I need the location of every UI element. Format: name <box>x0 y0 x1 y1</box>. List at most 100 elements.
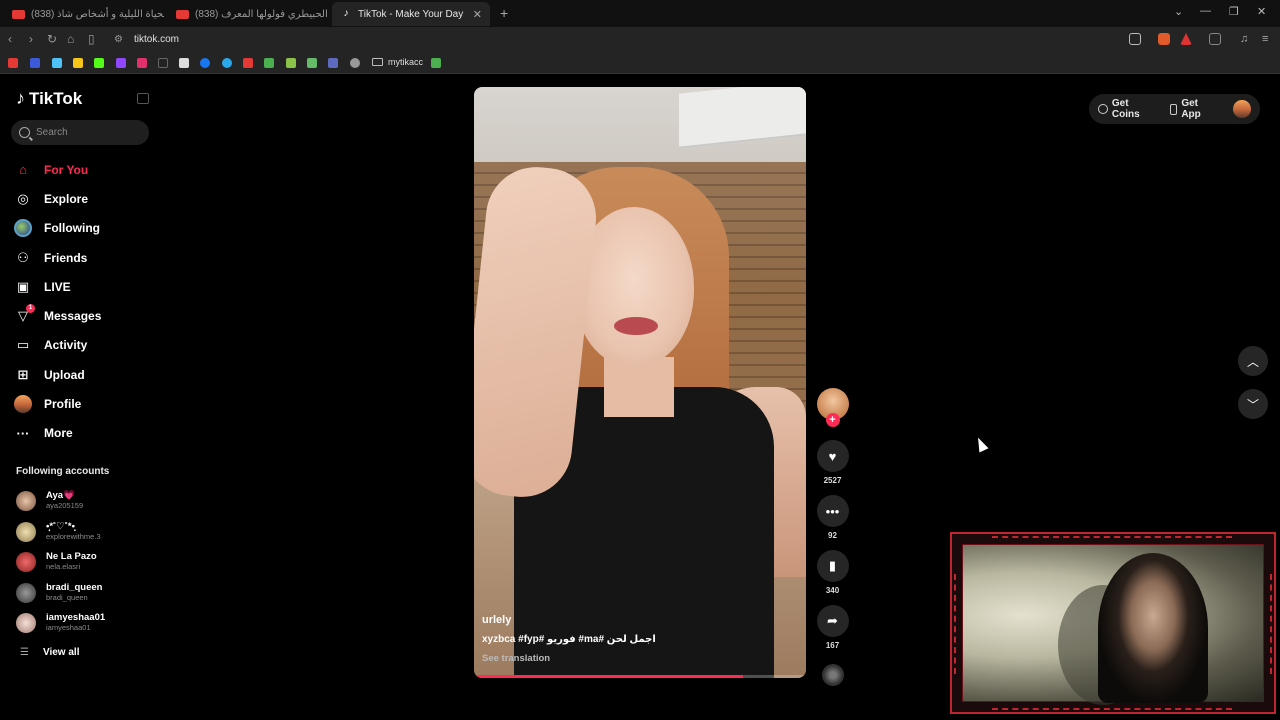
forward-icon[interactable]: › <box>29 32 33 46</box>
restore-icon[interactable]: ❐ <box>1229 5 1239 18</box>
messages-badge: 1 <box>26 304 35 314</box>
tab-title: (838) أسرار الحياة الليلية و أشخاص شاذ <box>31 8 164 20</box>
list-item[interactable]: iamyeshaa01 iamyeshaa01 <box>16 608 146 639</box>
kick-icon[interactable] <box>94 58 104 68</box>
sidebar-item-more[interactable]: ··· More <box>14 419 154 448</box>
bookmark-icon[interactable] <box>328 58 338 68</box>
view-all-button[interactable]: ☰ View all <box>20 647 79 658</box>
back-icon[interactable]: ‹ <box>8 32 12 46</box>
video-caption: urlely اجمل لحن #ma# فوريو #xyzbca #fyp … <box>482 614 782 664</box>
like-count: 2527 <box>823 476 842 485</box>
menu-icon[interactable]: ≡ <box>1262 33 1274 45</box>
bookmark-icon[interactable] <box>73 58 83 68</box>
bookmark-icon[interactable] <box>52 58 62 68</box>
video-player[interactable]: urlely اجمل لحن #ma# فوريو #xyzbca #fyp … <box>474 87 806 678</box>
telegram-icon[interactable] <box>222 58 232 68</box>
sidebar-item-following[interactable]: Following <box>14 214 154 243</box>
tab-search-icon[interactable]: ⌄ <box>1174 5 1183 18</box>
avatar <box>16 552 36 573</box>
chevron-up-icon: ︿ <box>1246 354 1259 369</box>
brave-shield-icon[interactable] <box>1158 33 1170 45</box>
creator-avatar[interactable]: + <box>816 388 849 427</box>
account-handle: nela.elasri <box>46 562 81 572</box>
bookmark-icon[interactable] <box>264 58 274 68</box>
list-item[interactable]: Ne La Pazo nela.elasri <box>16 547 146 578</box>
x-icon[interactable] <box>179 58 189 68</box>
close-tab-icon[interactable]: ✕ <box>473 8 482 21</box>
collapse-sidebar-icon[interactable] <box>137 93 149 104</box>
bookmark-icon[interactable]: ▯ <box>88 32 95 46</box>
next-video-button[interactable]: ﹀ <box>1238 389 1268 419</box>
signal-icon[interactable] <box>431 58 441 68</box>
new-tab-button[interactable]: + <box>500 5 508 21</box>
sidebar-item-live[interactable]: ▣ LIVE <box>14 272 154 301</box>
sidebar-item-profile[interactable]: Profile <box>14 389 154 418</box>
get-coins-button[interactable]: Get Coins <box>1098 98 1158 120</box>
video-progress-bar[interactable] <box>474 675 806 678</box>
following-accounts-title: Following accounts <box>16 466 110 477</box>
user-avatar[interactable] <box>1233 100 1251 118</box>
list-item[interactable]: bradi_queen bradi_queen <box>16 578 146 609</box>
reload-icon[interactable]: ↻ <box>47 32 57 46</box>
instagram-icon[interactable] <box>137 58 147 68</box>
account-name: bradi_queen <box>46 581 103 593</box>
url-field[interactable]: tiktok.com <box>134 34 179 45</box>
sidebar-item-friends[interactable]: ⚇ Friends <box>14 243 154 272</box>
twitch-icon[interactable] <box>116 58 126 68</box>
music-disc-icon[interactable] <box>821 664 844 686</box>
avatar <box>16 582 36 603</box>
browser-tab-3[interactable]: ♪ TikTok - Make Your Day ✕ <box>332 2 490 26</box>
avatar <box>16 613 36 634</box>
sidebar-item-label: More <box>44 426 73 441</box>
bookmark-icon[interactable] <box>286 58 296 68</box>
cast-icon[interactable] <box>1129 33 1141 45</box>
close-window-icon[interactable]: ✕ <box>1257 5 1266 18</box>
list-item[interactable]: Aya💗 aya205159 <box>16 486 146 517</box>
bookmark-icon[interactable] <box>30 58 40 68</box>
get-app-button[interactable]: Get App <box>1170 98 1219 120</box>
like-button[interactable]: ♥ <box>816 440 849 472</box>
bookmark-icon: ▮ <box>828 558 837 573</box>
account-handle: aya205159 <box>46 501 84 511</box>
tiktok-icon: ♪ <box>343 8 349 19</box>
music-icon[interactable]: ♫ <box>1240 33 1252 45</box>
sidebar-item-activity[interactable]: ▭ Activity <box>14 331 154 360</box>
site-info-icon[interactable]: ⚙ <box>114 34 123 45</box>
sidebar-item-messages[interactable]: ▽ 1 Messages <box>14 301 154 330</box>
facebook-icon[interactable] <box>200 58 210 68</box>
comment-button[interactable]: ••• <box>816 495 849 527</box>
following-accounts-list: Aya💗 aya205159 •̩̩͙*˚♡˚*•̩̩͙ explorewithme… <box>16 486 146 639</box>
follow-plus-icon[interactable]: + <box>825 413 840 427</box>
tiktok-bookmark-icon[interactable] <box>158 58 168 68</box>
messages-icon: ▽ 1 <box>14 304 35 325</box>
webcam-overlay <box>950 532 1276 714</box>
save-button[interactable]: ▮ <box>816 550 849 582</box>
view-all-label: View all <box>42 647 80 658</box>
search-input[interactable] <box>36 127 136 138</box>
bookmark-icon[interactable] <box>243 58 253 68</box>
youtube-bookmark-icon[interactable] <box>8 58 18 68</box>
globe-icon[interactable] <box>350 58 360 68</box>
bookmark-icon[interactable] <box>307 58 317 68</box>
sidebar-icon[interactable] <box>1209 33 1221 45</box>
search-box[interactable] <box>11 120 149 145</box>
list-item[interactable]: •̩̩͙*˚♡˚*•̩̩͙ explorewithme.3 <box>16 517 146 548</box>
friends-icon: ⚇ <box>17 249 29 265</box>
minimize-icon[interactable]: — <box>1200 5 1211 17</box>
live-icon: ▣ <box>16 278 30 294</box>
rewards-icon[interactable] <box>1180 33 1192 45</box>
browser-tab-1[interactable]: (838) أسرار الحياة الليلية و أشخاص شاذ <box>4 2 164 26</box>
bookmark-folder[interactable]: mytikacc <box>372 57 423 67</box>
top-right-actions: Get Coins Get App <box>1089 94 1260 124</box>
see-translation-link[interactable]: See translation <box>482 653 782 664</box>
sidebar-item-explore[interactable]: ◎ Explore <box>14 184 154 213</box>
share-button[interactable]: ➦ <box>816 605 849 637</box>
sidebar-item-upload[interactable]: ⊞ Upload <box>14 360 154 389</box>
tiktok-logo[interactable]: ♪ TikTok <box>16 88 82 109</box>
share-icon: ➦ <box>827 613 838 628</box>
sidebar-item-for-you[interactable]: ⌂ For You <box>14 155 154 184</box>
browser-tab-2[interactable]: (838) الشاب الحبيطري فولولها المعرف <box>168 2 328 26</box>
video-username[interactable]: urlely <box>482 614 782 626</box>
home-icon[interactable]: ⌂ <box>67 32 74 46</box>
previous-video-button[interactable]: ︿ <box>1238 346 1268 376</box>
